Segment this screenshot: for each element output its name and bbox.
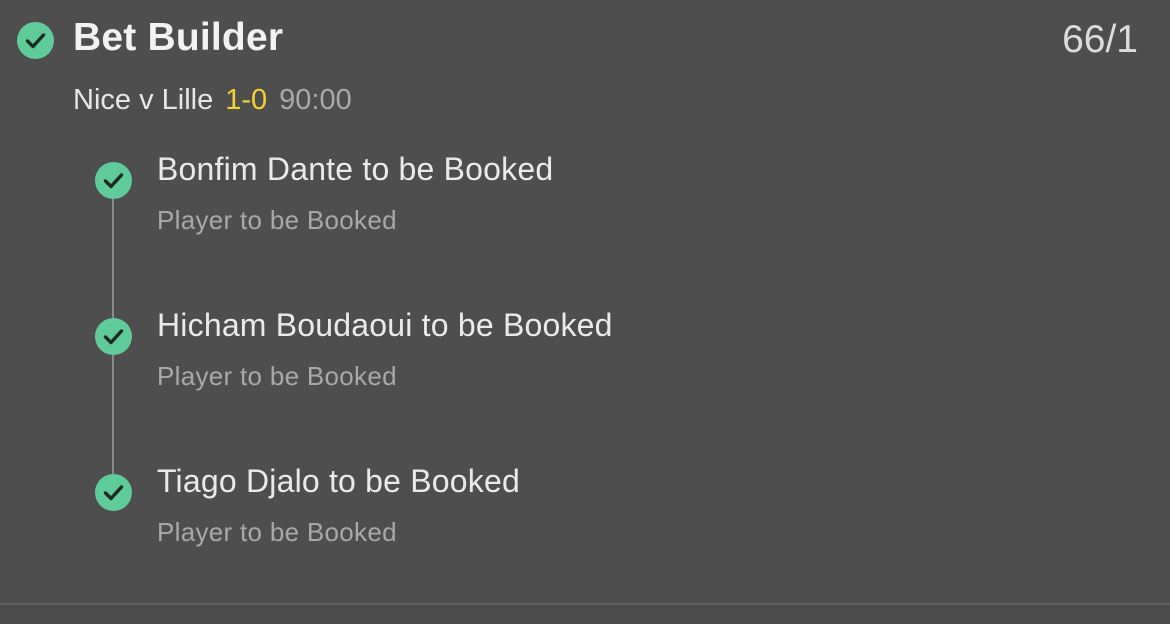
bet-builder-card[interactable]: Bet Builder 66/1 Nice v Lille 1-0 90:00 Bo… bbox=[0, 0, 1170, 604]
match-clock: 90:00 bbox=[279, 84, 352, 116]
leg-market: Player to be Booked bbox=[157, 205, 397, 235]
match-score: 1-0 bbox=[225, 84, 268, 116]
leg-title: Hicham Boudaoui to be Booked bbox=[157, 307, 613, 343]
check-circle-icon bbox=[95, 162, 132, 199]
check-circle-icon bbox=[95, 474, 132, 511]
leg-market: Player to be Booked bbox=[157, 361, 397, 391]
check-circle-icon bbox=[95, 318, 132, 355]
bet-odds: 66/1 bbox=[1062, 18, 1138, 61]
check-circle-icon bbox=[17, 22, 54, 59]
leg-market: Player to be Booked bbox=[157, 517, 397, 547]
match-name: Nice v Lille bbox=[73, 84, 214, 116]
leg-title: Tiago Djalo to be Booked bbox=[157, 463, 520, 499]
match-info: Nice v Lille 1-0 90:00 bbox=[73, 84, 352, 117]
next-card-edge bbox=[0, 605, 1170, 624]
leg-title: Bonfim Dante to be Booked bbox=[157, 151, 554, 187]
bet-title: Bet Builder bbox=[73, 16, 284, 59]
